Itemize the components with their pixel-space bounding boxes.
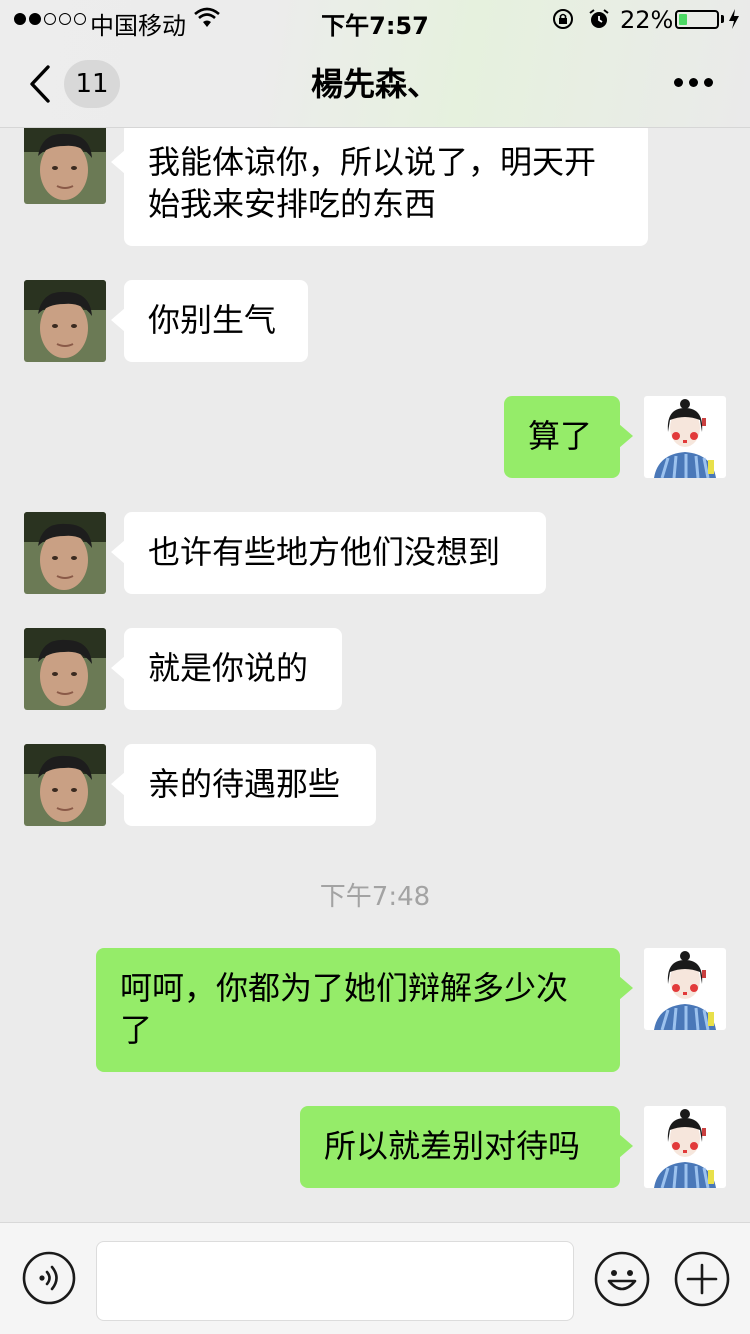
status-bar: 中国移动 下午7:57 22% [0,0,750,40]
outgoing-message[interactable]: 所以就差别对待吗 [300,1106,633,1188]
incoming-message[interactable]: 亲的待遇那些 [111,744,376,826]
outgoing-message[interactable]: 呵呵，你都为了她们辩解多少次 了 [96,948,633,1072]
outgoing-message[interactable]: 算了 [504,396,633,478]
battery-cap [721,15,724,23]
plus-icon[interactable] [674,1251,730,1307]
contact-avatar[interactable] [24,744,106,826]
emoji-icon[interactable] [594,1251,650,1307]
contact-avatar[interactable] [24,512,106,594]
input-bar [0,1222,750,1334]
alarm-icon [589,9,609,28]
voice-input-icon[interactable] [22,1251,76,1305]
incoming-message[interactable]: 我能体谅你，所以说了，明天开 始我来安排吃的东西 [111,122,648,246]
battery-fill [679,14,687,25]
charging-bolt-icon [729,9,739,29]
top-bar: 中国移动 下午7:57 22% 11 楊先森、 [0,0,750,128]
incoming-message[interactable]: 也许有些地方他们没想到 [111,512,546,594]
incoming-message[interactable]: 就是你说的 [111,628,342,710]
my-avatar[interactable] [644,948,726,1030]
contact-avatar[interactable] [24,122,106,204]
contact-avatar[interactable] [24,628,106,710]
incoming-message[interactable]: 你别生气 [111,280,308,362]
chat-title: 楊先森、 [310,65,439,103]
message-timestamp: 下午7:48 [319,882,431,912]
battery-percent: 22% [620,6,674,34]
more-dots-icon[interactable] [674,78,714,88]
chat-area[interactable]: 我能体谅你，所以说了，明天开 始我来安排吃的东西 你别生气 算了 也许有些地方他… [0,0,750,1222]
battery-icon [675,10,719,29]
my-avatar[interactable] [644,1106,726,1188]
contact-avatar[interactable] [24,280,106,362]
message-input[interactable] [96,1241,574,1321]
orientation-lock-icon [553,9,573,29]
my-avatar[interactable] [644,396,726,478]
